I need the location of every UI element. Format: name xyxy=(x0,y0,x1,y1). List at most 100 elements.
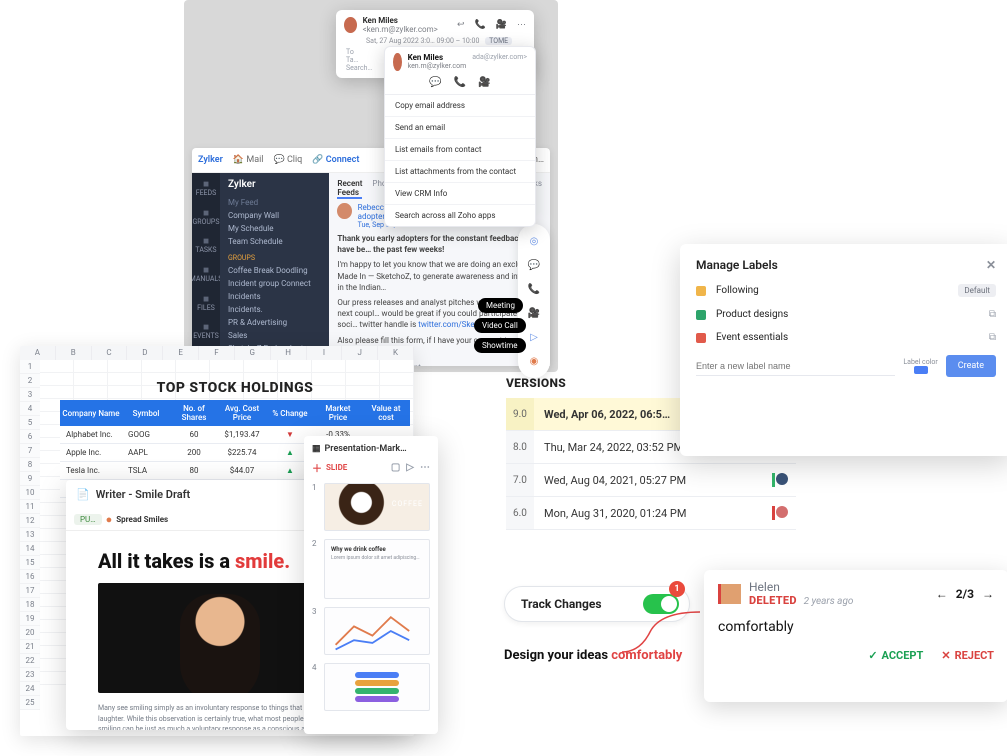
slide-thumb[interactable]: 3 xyxy=(312,607,430,655)
track-changes-badge: 1 xyxy=(669,581,685,597)
play-icon[interactable]: ▷ xyxy=(406,462,414,473)
tab-recent[interactable]: Recent Feeds xyxy=(337,179,362,199)
menu-copy-email[interactable]: Copy email address xyxy=(385,95,535,117)
qa-activity-icon[interactable]: ◎ xyxy=(525,232,543,250)
sidebar-group-1[interactable]: Incident group Connect xyxy=(228,277,321,290)
label-row[interactable]: Event essentials⧉ xyxy=(696,332,996,343)
sidebar-section-groups: Groups xyxy=(228,254,321,262)
tracked-sentence: Design your ideas comfortably xyxy=(504,648,682,663)
sidebar-my-schedule[interactable]: My Schedule xyxy=(228,222,321,235)
sugg-avatar xyxy=(718,584,741,604)
pill-videocall[interactable]: Video Call xyxy=(474,318,526,333)
rail-files[interactable]: FILES xyxy=(197,294,215,313)
rail-tasks[interactable]: TASKS xyxy=(195,236,216,255)
more-icon[interactable]: ⋯ xyxy=(517,20,526,30)
contact-avatar xyxy=(393,53,402,71)
menu-view-crm[interactable]: View CRM Info xyxy=(385,183,535,205)
slide-thumb[interactable]: 1COFFEE xyxy=(312,483,430,531)
qa-chat-icon[interactable]: 💬 xyxy=(525,256,543,274)
add-slide-label[interactable]: SLIDE xyxy=(326,463,347,472)
sugg-counter: 2/3 xyxy=(956,587,974,601)
qa-video-icon[interactable]: 🎥 xyxy=(525,304,543,322)
email-pill: TOME xyxy=(485,37,512,45)
email-name: Ken Miles xyxy=(363,16,398,25)
stock-title: TOP STOCK HOLDINGS xyxy=(60,380,410,396)
accept-button[interactable]: ACCEPT xyxy=(868,649,923,662)
version-row[interactable]: 7.0Wed, Aug 04, 2021, 05:27 PM xyxy=(506,464,796,497)
labels-title: Manage Labels xyxy=(696,258,778,272)
sidebar-company-wall[interactable]: Company Wall xyxy=(228,209,321,222)
sidebar-team-schedule[interactable]: Team Schedule xyxy=(228,235,321,248)
sidebar-myfeed[interactable]: My Feed xyxy=(228,196,321,209)
zylker-sidebar: Zylker My Feed Company Wall My Schedule … xyxy=(220,173,329,366)
email-addr: <ken.m@zylker.com> xyxy=(363,25,438,34)
presentation-panel: ▦Presentation-Mark… ＋ SLIDE ▢ ▷ ⋯ 1COFFE… xyxy=(304,436,438,734)
qa-present-icon[interactable]: ▷ xyxy=(525,328,543,346)
reply-all-icon[interactable]: ↩︎ xyxy=(457,20,465,30)
track-changes-toggle[interactable]: Track Changes 1 xyxy=(504,586,690,622)
sheet-row-headers: 1234567891011121314151617181920212223242… xyxy=(20,360,40,710)
sidebar-group-3[interactable]: Incidents. xyxy=(228,303,321,316)
contact-chat-icon[interactable]: 💬 xyxy=(429,77,441,88)
sugg-when: 2 years ago xyxy=(804,596,854,607)
rail-groups[interactable]: GROUPS xyxy=(192,208,219,227)
contact-phone-icon[interactable]: 📞 xyxy=(454,77,466,88)
phone-icon[interactable]: 📞 xyxy=(475,20,486,30)
qa-audio-icon[interactable]: 📞 xyxy=(525,280,543,298)
create-label-button[interactable]: Create xyxy=(946,355,996,377)
sidebar-group-0[interactable]: Coffee Break Doodling xyxy=(228,264,321,277)
topnav-mail[interactable]: 🏠 Mail xyxy=(233,155,264,165)
presentation-title: Presentation-Mark… xyxy=(325,444,407,454)
sugg-prev-icon[interactable]: ← xyxy=(936,587,948,601)
sugg-action: DELETED xyxy=(749,594,797,607)
contact-video-icon[interactable]: 🎥 xyxy=(478,77,490,88)
contact-name: Ken Miles xyxy=(408,53,467,62)
sugg-next-icon[interactable]: → xyxy=(982,587,994,601)
track-changes-label: Track Changes xyxy=(521,597,602,611)
topnav-connect[interactable]: 🔗 Connect xyxy=(312,155,359,165)
post-avatar[interactable] xyxy=(337,203,351,219)
reject-button[interactable]: REJECT xyxy=(941,649,994,662)
slide-thumb[interactable]: 4 xyxy=(312,663,430,711)
email-avatar xyxy=(344,17,357,33)
sidebar-group-4[interactable]: PR & Advertising xyxy=(228,316,321,329)
label-row[interactable]: FollowingDefault xyxy=(696,284,996,297)
manage-labels-popup: Manage Labels ✕ FollowingDefault Product … xyxy=(680,244,1007,456)
email-meta-date: Sat, 27 Aug 2022 3:0… 09:00 – 10:00 xyxy=(366,37,479,45)
label-color-picker[interactable]: Label color xyxy=(903,358,937,374)
menu-list-emails[interactable]: List emails from contact xyxy=(385,139,535,161)
pill-showtime[interactable]: Showtime xyxy=(474,338,526,353)
sheet-col-headers: ABCDEFGHIJK xyxy=(20,346,414,360)
stock-header-row: Company NameSymbolNo. of SharesAvg. Cost… xyxy=(60,400,410,426)
rail-feeds[interactable]: FEEDS xyxy=(196,179,217,198)
label-row[interactable]: Product designs⧉ xyxy=(696,309,996,320)
quick-action-rail: ◎ 💬 📞 🎥 ▷ ◉ xyxy=(518,224,550,378)
menu-send-email[interactable]: Send an email xyxy=(385,117,535,139)
more-tools-icon[interactable]: ⋯ xyxy=(420,462,430,473)
menu-list-attachments[interactable]: List attachments from the contact xyxy=(385,161,535,183)
version-row[interactable]: 6.0Mon, Aug 31, 2020, 01:24 PM xyxy=(506,497,796,530)
pill-meeting[interactable]: Meeting xyxy=(478,298,523,313)
rail-manuals[interactable]: MANUALS xyxy=(192,265,222,284)
labels-close-icon[interactable]: ✕ xyxy=(986,258,996,272)
rail-events[interactable]: EVENTS xyxy=(193,322,219,341)
qa-record-icon[interactable]: ◉ xyxy=(525,352,543,370)
post-p2: I'm happy to let you know that we are do… xyxy=(337,259,542,293)
writer-status-chip[interactable]: PU… xyxy=(74,514,102,525)
toggle-switch[interactable] xyxy=(643,594,679,614)
contact-domain-hint: ada@zylker.com> xyxy=(472,53,527,71)
topnav-cliq[interactable]: 💬 Cliq xyxy=(273,155,302,165)
video-icon[interactable]: 🎥 xyxy=(496,20,507,30)
zylker-rail: FEEDS GROUPS TASKS MANUALS FILES EVENTS xyxy=(192,173,220,366)
contact-card: Ken Miles ken.m@zylker.com ada@zylker.co… xyxy=(384,46,536,227)
sidebar-group-5[interactable]: Sales xyxy=(228,329,321,342)
sidebar-group-2[interactable]: Incidents xyxy=(228,290,321,303)
add-slide-icon[interactable]: ＋ xyxy=(312,460,322,475)
sidebar-title: Zylker xyxy=(228,179,321,190)
layout-icon[interactable]: ▢ xyxy=(391,462,400,473)
doc-icon: 📄 xyxy=(76,488,90,501)
menu-search-zoho[interactable]: Search across all Zoho apps xyxy=(385,205,535,226)
slide-thumb[interactable]: 2Why we drink coffeeLorem ipsum dolor si… xyxy=(312,539,430,599)
writer-brand: Spread Smiles xyxy=(116,515,168,524)
new-label-input[interactable] xyxy=(696,357,895,376)
